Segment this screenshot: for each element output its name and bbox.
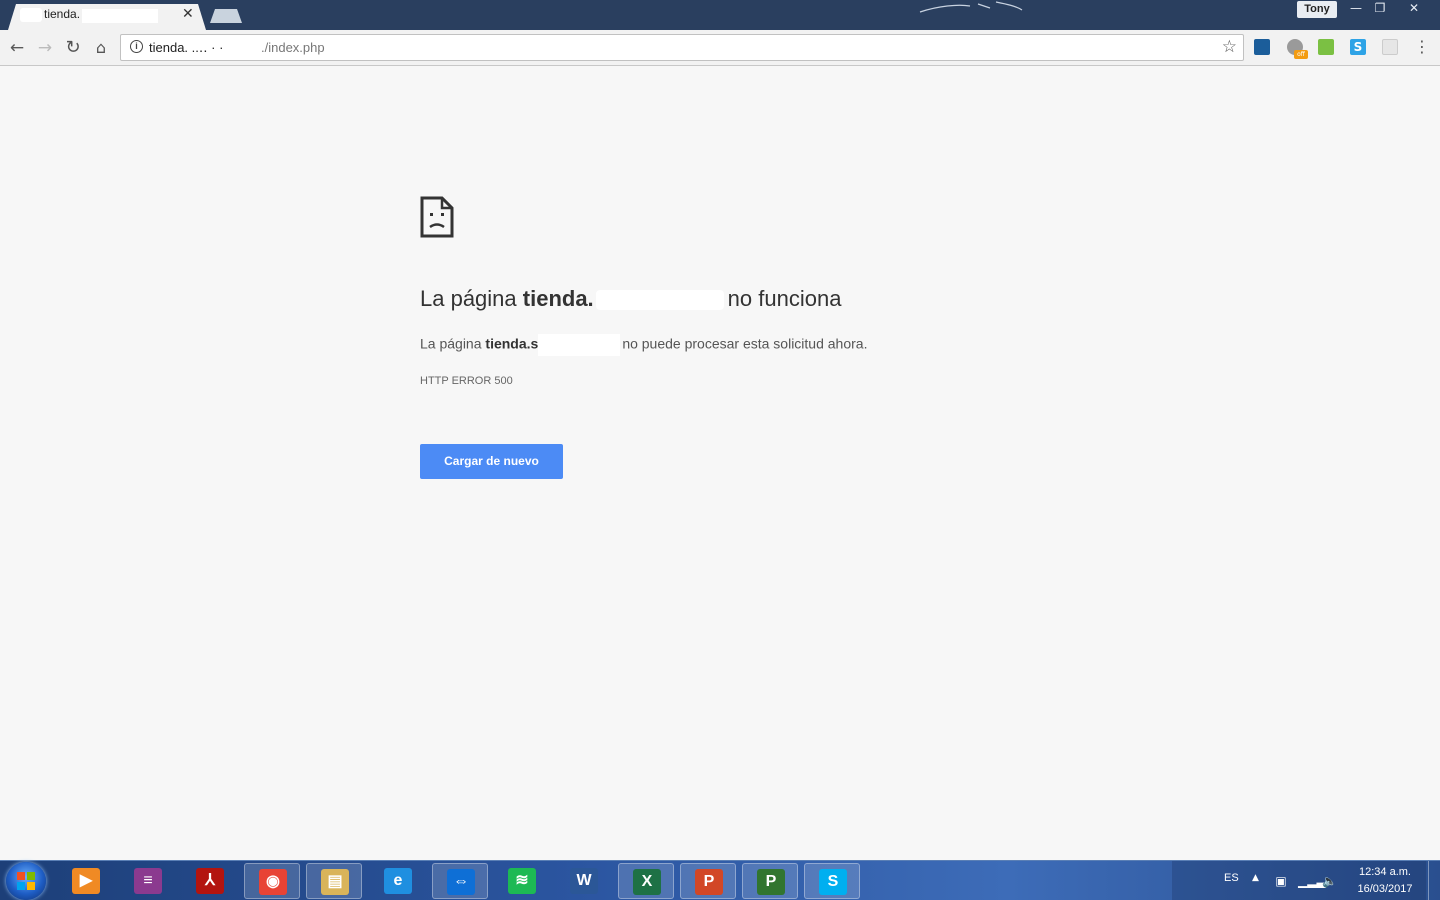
word-icon: W	[570, 868, 598, 894]
taskbar-word[interactable]: W	[556, 863, 612, 899]
taskbar-google-chrome[interactable]: ◉	[244, 863, 300, 899]
taskbar-teamviewer[interactable]: ⇔	[432, 863, 488, 899]
sad-page-icon	[420, 196, 454, 238]
profile-button[interactable]: Tony	[1297, 1, 1337, 18]
pdf-extension-icon[interactable]	[1382, 39, 1398, 55]
tab-title-redaction	[82, 9, 158, 23]
clock-date[interactable]: 16/03/2017	[1350, 883, 1420, 895]
taskbar-internet-explorer[interactable]: e	[370, 863, 426, 899]
title-bar-decoration	[919, 1, 1023, 13]
error-desc-suffix: no puede procesar esta solicitud ahora.	[622, 335, 868, 352]
heading-redaction	[595, 290, 724, 311]
tab-title: tienda.	[44, 7, 81, 21]
windows-explorer-icon: ▤	[321, 869, 349, 895]
error-code: HTTP ERROR 500	[420, 375, 513, 387]
reload-page-button[interactable]: Cargar de nuevo	[420, 444, 563, 479]
green-extension-icon[interactable]	[1318, 39, 1334, 55]
excel-icon: X	[633, 869, 661, 895]
home-icon[interactable]: ⌂	[90, 37, 112, 59]
windows-taskbar: ▶ ≡ ⅄ ◉ ▤ e ⇔ ≋ W X P P S ES ▲ ▣ ▁▂▃ 🔈 12:34 a.m. 16…	[0, 860, 1440, 900]
extension-off-badge: off	[1294, 50, 1308, 59]
taskbar-spotify[interactable]: ≋	[494, 863, 550, 899]
close-window-button[interactable]: ✕	[1394, 1, 1434, 17]
taskbar-powerpoint[interactable]: P	[680, 863, 736, 899]
taskbar-skype[interactable]: S	[804, 863, 860, 899]
analytics-extension-icon[interactable]	[1254, 39, 1270, 55]
taskbar-windows-media-player[interactable]: ▶	[58, 863, 114, 899]
tab-close-icon[interactable]: ✕	[182, 6, 194, 22]
description-redaction	[538, 334, 621, 356]
site-info-icon[interactable]: i	[130, 40, 143, 53]
tab-favicon-icon	[20, 8, 42, 22]
taskbar-project[interactable]: P	[742, 863, 798, 899]
powerpoint-icon: P	[695, 869, 723, 895]
error-heading-host: tienda.	[522, 286, 594, 311]
usb-device-icon[interactable]: ▣	[1274, 874, 1288, 888]
taskbar-excel[interactable]: X	[618, 863, 674, 899]
network-signal-icon[interactable]: ▁▂▃	[1298, 874, 1326, 888]
browser-toolbar: ← → ↻ ⌂ i tienda. ..‥ · · ./index.php ☆ …	[0, 30, 1440, 66]
taskbar-adobe-reader[interactable]: ⅄	[182, 863, 238, 899]
skype-icon: S	[819, 869, 847, 895]
minimize-button[interactable]: —	[1344, 1, 1368, 17]
back-arrow-icon[interactable]: ←	[6, 37, 28, 59]
error-description: La página tienda.s no puede procesar esta…	[420, 334, 867, 356]
title-bar: tienda. ✕ Tony — ❐ ✕	[0, 0, 1440, 30]
show-desktop-button[interactable]	[1428, 861, 1440, 900]
reload-icon[interactable]: ↻	[62, 37, 84, 59]
language-indicator[interactable]: ES	[1224, 872, 1239, 884]
clock-time[interactable]: 12:34 a.m.	[1350, 866, 1420, 878]
windows-logo-icon	[17, 872, 35, 890]
internet-explorer-icon: e	[384, 868, 412, 894]
taskbar-windows-explorer[interactable]: ▤	[306, 863, 362, 899]
error-desc-prefix: La página	[420, 335, 486, 352]
new-tab-button[interactable]	[210, 9, 242, 23]
winrar-icon: ≡	[134, 868, 162, 894]
spotify-icon: ≋	[508, 868, 536, 894]
error-heading-prefix: La página	[420, 286, 523, 311]
teamviewer-icon: ⇔	[447, 869, 475, 895]
error-desc-host: tienda.s	[485, 335, 539, 352]
forward-arrow-icon[interactable]: →	[34, 37, 56, 59]
google-chrome-icon: ◉	[259, 869, 287, 895]
bookmark-star-icon[interactable]: ☆	[1222, 37, 1237, 57]
url-host: tienda. ..‥ · ·	[149, 40, 224, 55]
restore-button[interactable]: ❐	[1368, 1, 1392, 17]
project-icon: P	[757, 869, 785, 895]
url-path: ./index.php	[261, 40, 325, 55]
volume-icon[interactable]: 🔈	[1322, 874, 1337, 888]
address-bar[interactable]: i tienda. ..‥ · · ./index.php ☆	[120, 34, 1244, 61]
windows-media-player-icon: ▶	[72, 868, 100, 894]
adobe-reader-icon: ⅄	[196, 868, 224, 894]
skype-extension-icon[interactable]: S	[1350, 39, 1366, 55]
error-heading: La página tienda. no funciona	[420, 286, 841, 312]
taskbar-winrar[interactable]: ≡	[120, 863, 176, 899]
show-hidden-icons-icon[interactable]: ▲	[1252, 873, 1259, 883]
error-heading-suffix: no funciona	[727, 286, 842, 311]
browser-menu-icon[interactable]: ⋮	[1414, 37, 1430, 57]
start-button[interactable]	[6, 862, 46, 900]
